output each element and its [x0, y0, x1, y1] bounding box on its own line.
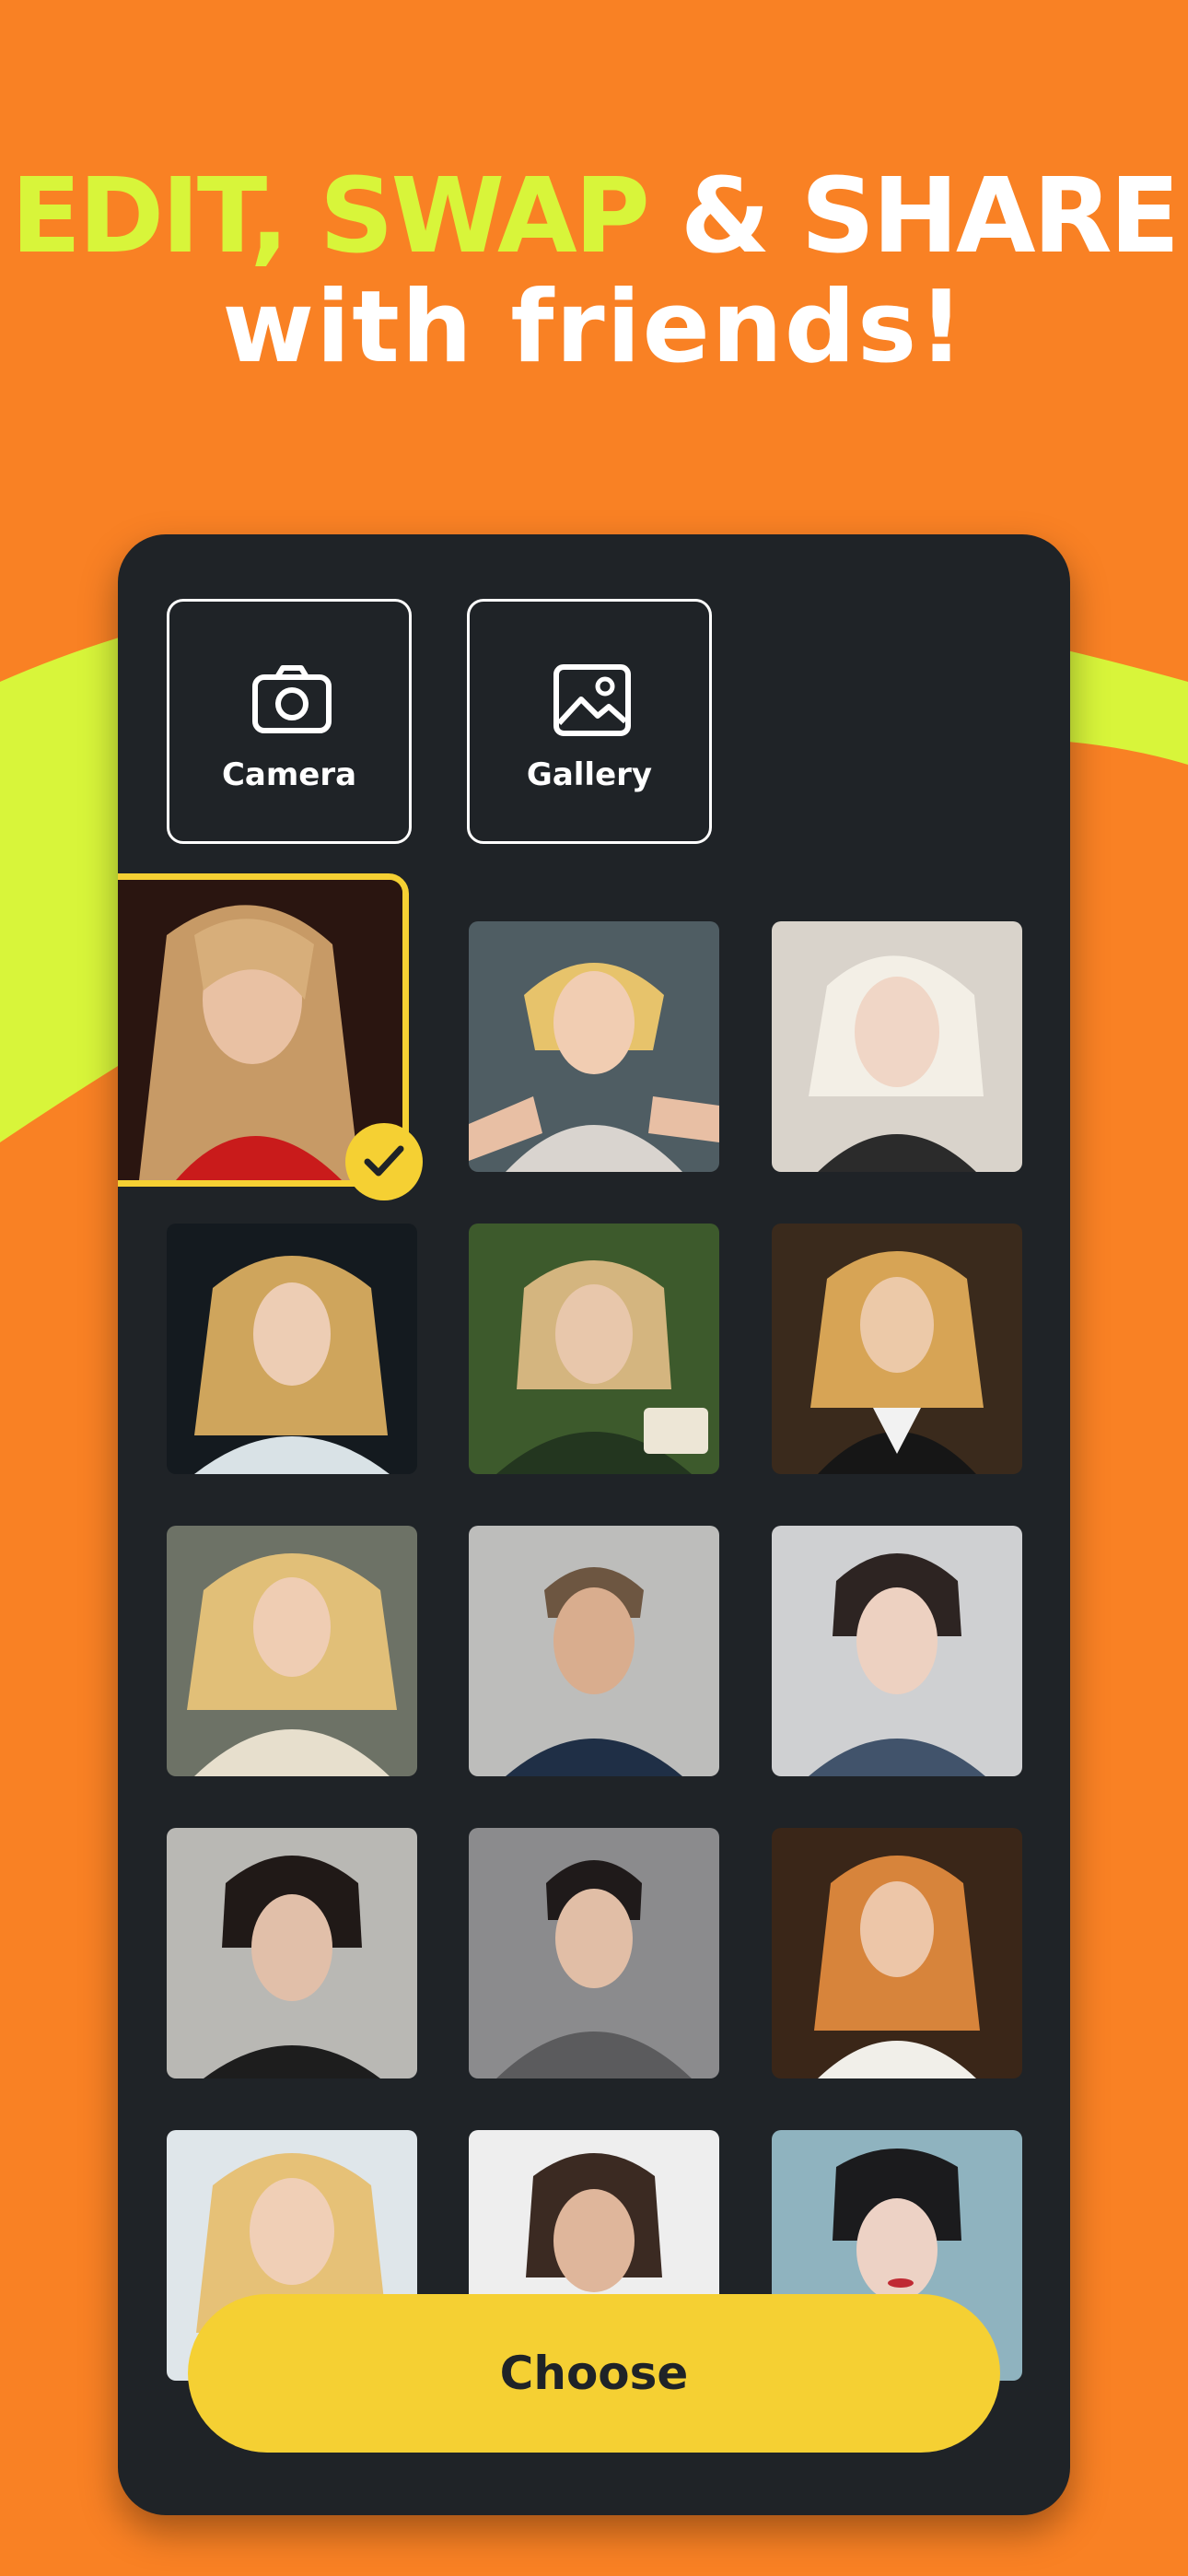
- portrait-image: [167, 1224, 417, 1474]
- portrait-image: [772, 1828, 1022, 2078]
- photo-thumb[interactable]: [772, 1526, 1022, 1776]
- headline-line-1: EDIT, SWAP & SHARE: [0, 157, 1188, 276]
- photo-thumb[interactable]: [167, 1526, 417, 1776]
- headline-line-2: with friends!: [222, 270, 966, 385]
- portrait-image: [167, 1828, 417, 2078]
- photo-thumb[interactable]: [469, 1224, 719, 1474]
- photo-thumb[interactable]: [469, 921, 719, 1172]
- checkmark-icon: [364, 1145, 404, 1177]
- portrait-image: [167, 1526, 417, 1776]
- photo-thumb[interactable]: [167, 1224, 417, 1474]
- portrait-image: [469, 921, 719, 1172]
- gallery-button[interactable]: Gallery: [467, 599, 712, 844]
- portrait-image: [772, 921, 1022, 1172]
- photo-thumb[interactable]: [167, 1828, 417, 2078]
- camera-button[interactable]: Camera: [167, 599, 412, 844]
- headline-rest: & SHARE: [646, 157, 1181, 276]
- selected-check-badge: [345, 1123, 423, 1200]
- photo-thumb[interactable]: [772, 1828, 1022, 2078]
- gallery-label: Gallery: [526, 756, 653, 793]
- headline-highlight: EDIT, SWAP: [10, 157, 650, 276]
- portrait-image: [469, 1224, 719, 1474]
- portrait-image: [469, 1526, 719, 1776]
- photo-thumb-selected[interactable]: [118, 873, 423, 1200]
- camera-label: Camera: [221, 756, 357, 793]
- photo-thumb[interactable]: [469, 1526, 719, 1776]
- portrait-image: [772, 1224, 1022, 1474]
- portrait-image: [469, 1828, 719, 2078]
- photo-thumb[interactable]: [469, 1828, 719, 2078]
- choose-button[interactable]: Choose: [188, 2294, 1000, 2453]
- photo-thumb[interactable]: [772, 1224, 1022, 1474]
- image-icon: [553, 664, 631, 736]
- portrait-image: [772, 1526, 1022, 1776]
- photo-thumb[interactable]: [772, 921, 1022, 1172]
- photo-picker-panel: Camera Gallery Choose: [118, 534, 1070, 2515]
- camera-icon: [252, 665, 332, 733]
